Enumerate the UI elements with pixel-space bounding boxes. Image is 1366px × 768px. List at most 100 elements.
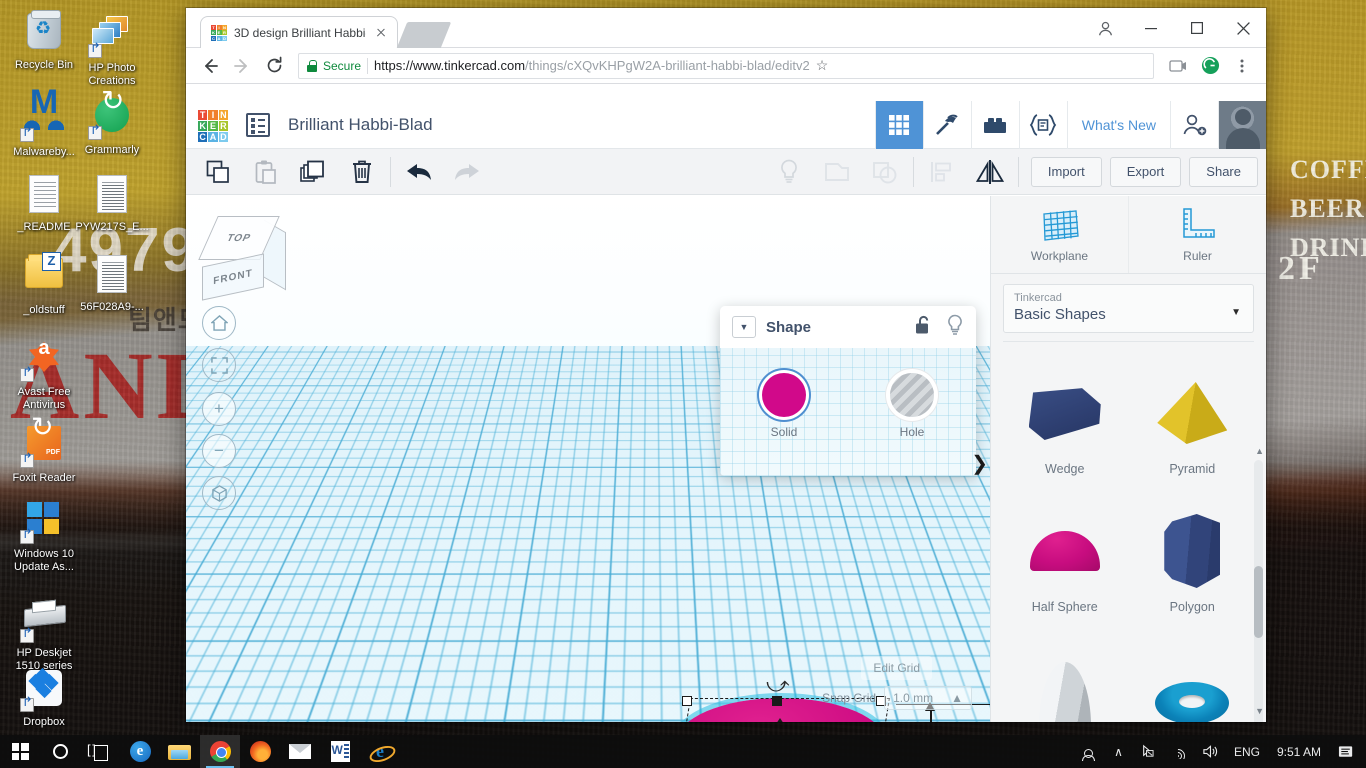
- show-hidden-icons-chevron[interactable]: ∧: [1107, 735, 1130, 768]
- shape-option-solid[interactable]: Solid: [762, 373, 806, 439]
- desktop-icon-avast[interactable]: Avast Free Antivirus: [6, 336, 82, 412]
- chrome-button[interactable]: [200, 735, 240, 768]
- desktop-icon-hp-deskjet[interactable]: HP Deskjet 1510 series: [6, 592, 82, 673]
- avatar[interactable]: [1218, 100, 1266, 149]
- mail-button[interactable]: [280, 735, 320, 768]
- shape-item-pyramid[interactable]: Pyramid: [1129, 356, 1257, 476]
- chevron-down-icon[interactable]: ▼: [732, 316, 756, 338]
- browser-tab[interactable]: TIN KER CAD 3D design Brilliant Habbi-: [200, 16, 398, 48]
- whats-new-link[interactable]: What's New: [1066, 100, 1170, 149]
- desktop-icon-dropbox[interactable]: Dropbox: [6, 666, 82, 729]
- clock[interactable]: 9:51 AM: [1269, 745, 1329, 759]
- edge-scale-handle[interactable]: [772, 696, 782, 706]
- action-center-icon[interactable]: [1331, 735, 1362, 768]
- light-bulb-icon[interactable]: [946, 314, 964, 341]
- new-tab-button[interactable]: [396, 22, 452, 48]
- home-view-button[interactable]: [202, 306, 236, 340]
- cortana-button[interactable]: [40, 735, 80, 768]
- desktop-icon-pyw217s[interactable]: PYW217S_E...: [74, 172, 150, 234]
- bluetooth-disabled-icon[interactable]: [1132, 735, 1161, 768]
- task-view-button[interactable]: [80, 735, 120, 768]
- shape-option-hole[interactable]: Hole: [890, 373, 934, 439]
- desktop-icon-recycle-bin[interactable]: Recycle Bin: [6, 10, 82, 72]
- unlocked-padlock-icon[interactable]: [914, 315, 932, 340]
- tinkercad-logo[interactable]: T I N K E R C A D: [198, 109, 228, 142]
- shape-item-torus[interactable]: [1129, 632, 1257, 722]
- add-person-icon[interactable]: [1170, 100, 1218, 149]
- viewcube-front-face[interactable]: FRONT: [202, 253, 264, 301]
- export-button[interactable]: Export: [1109, 156, 1182, 187]
- scroll-down-caret[interactable]: ▼: [1255, 706, 1264, 716]
- firefox-button[interactable]: [240, 735, 280, 768]
- hole-swatch[interactable]: [890, 373, 934, 417]
- desktop-icon-oldstuff[interactable]: _oldstuff: [6, 252, 82, 317]
- desktop-icon-hp-photo-creations[interactable]: HP Photo Creations: [74, 10, 150, 88]
- rotation-arc-icon[interactable]: ⤻: [766, 674, 790, 696]
- solid-color-swatch[interactable]: [762, 373, 806, 417]
- snap-grid-dropdown[interactable]: 1.0 mm ▲: [884, 686, 972, 710]
- minimize-icon[interactable]: [1128, 8, 1174, 48]
- internet-explorer-button[interactable]: e: [360, 735, 400, 768]
- library-dropdown[interactable]: Tinkercad Basic Shapes ▼: [1003, 284, 1254, 333]
- view-orientation-cube[interactable]: TOP FRONT: [198, 216, 286, 301]
- project-list-icon[interactable]: [246, 112, 270, 137]
- desktop-icon-foxit-reader[interactable]: Foxit Reader: [6, 421, 82, 485]
- language-indicator[interactable]: ENG: [1227, 735, 1267, 768]
- edge-button[interactable]: e: [120, 735, 160, 768]
- shape-library-grid[interactable]: Wedge Pyramid Half Sphere Polygon: [991, 342, 1266, 722]
- tab-3d-design[interactable]: [874, 100, 923, 149]
- shape-item-paraboloid[interactable]: [1001, 632, 1129, 722]
- desktop-icon-readme[interactable]: _README: [6, 172, 82, 234]
- caret-down-icon[interactable]: ▼: [1231, 307, 1241, 318]
- undo-arrow-icon[interactable]: [395, 149, 443, 195]
- account-icon[interactable]: [1082, 8, 1128, 48]
- star-icon[interactable]: ☆: [816, 57, 829, 74]
- wifi-icon[interactable]: [1163, 735, 1193, 768]
- close-icon[interactable]: [1220, 8, 1266, 48]
- orthographic-cube-icon[interactable]: [202, 476, 236, 510]
- shape-item-half-sphere[interactable]: Half Sphere: [1001, 494, 1129, 614]
- reload-icon[interactable]: [260, 52, 288, 80]
- tab-codeblocks[interactable]: [1018, 100, 1067, 149]
- trash-icon[interactable]: [338, 149, 386, 195]
- grammarly-extension-icon[interactable]: [1196, 52, 1224, 80]
- close-icon[interactable]: [373, 25, 389, 41]
- design-canvas[interactable]: TOP FRONT + − ⤻ ▼ Shape Solid Hole ❯ Edi…: [186, 196, 990, 722]
- word-button[interactable]: [320, 735, 360, 768]
- shape-item-wedge[interactable]: Wedge: [1001, 356, 1129, 476]
- sidebar-scrollbar[interactable]: [1254, 460, 1263, 722]
- maximize-icon[interactable]: [1174, 8, 1220, 48]
- duplicate-button[interactable]: [290, 149, 338, 195]
- desktop-icon-malwarebytes[interactable]: Malwareby...: [6, 94, 82, 159]
- fit-to-view-button[interactable]: [202, 348, 236, 382]
- scroll-up-caret[interactable]: ▲: [1255, 446, 1264, 456]
- share-button[interactable]: Share: [1189, 156, 1258, 187]
- desktop-icon-windows-update[interactable]: Windows 10 Update As...: [6, 498, 82, 574]
- desktop-icon-grammarly[interactable]: Grammarly: [74, 94, 150, 157]
- address-bar[interactable]: Secure https://www.tinkercad.com/things/…: [298, 52, 1154, 79]
- mirror-icon[interactable]: [966, 149, 1014, 195]
- start-button[interactable]: [0, 735, 40, 768]
- tab-bricks[interactable]: [970, 100, 1019, 149]
- collapse-sidebar-arrow[interactable]: ❯: [971, 451, 988, 476]
- edit-grid-button[interactable]: Edit Grid: [861, 656, 932, 680]
- ruler-tool[interactable]: Ruler: [1128, 196, 1266, 273]
- zoom-in-button[interactable]: +: [202, 392, 236, 426]
- volume-icon[interactable]: [1195, 735, 1225, 768]
- tab-minecraft[interactable]: [922, 100, 971, 149]
- page-title[interactable]: Brilliant Habbi-Blad: [288, 115, 433, 135]
- avast-icon: [20, 340, 68, 384]
- workplane-tool[interactable]: Workplane: [991, 196, 1128, 273]
- zoom-out-button[interactable]: −: [202, 434, 236, 468]
- back-arrow-icon[interactable]: [196, 52, 224, 80]
- file-explorer-button[interactable]: [160, 735, 200, 768]
- import-button[interactable]: Import: [1030, 156, 1102, 187]
- corner-scale-handle[interactable]: [682, 696, 692, 706]
- extension-icon[interactable]: [1164, 52, 1192, 80]
- shape-item-polygon[interactable]: Polygon: [1129, 494, 1257, 614]
- desktop-icon-56f028a9[interactable]: 56F028A9-...: [74, 252, 150, 314]
- scrollbar-thumb[interactable]: [1254, 566, 1263, 638]
- three-dot-menu-icon[interactable]: [1228, 52, 1256, 80]
- copy-button[interactable]: [194, 149, 242, 195]
- people-icon[interactable]: [1075, 735, 1105, 768]
